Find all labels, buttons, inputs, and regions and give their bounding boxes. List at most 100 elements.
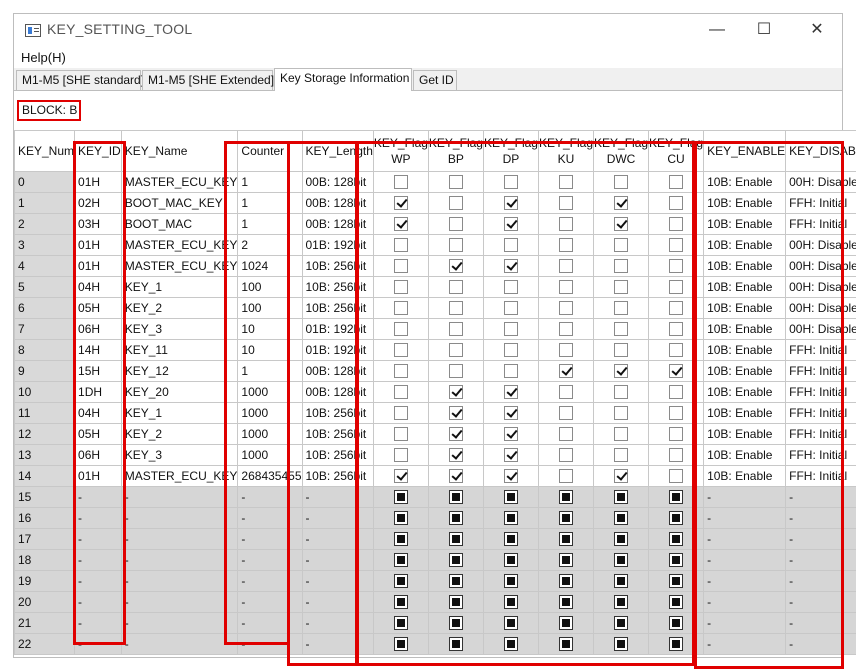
key-disable-cell[interactable]: -: [785, 549, 856, 571]
key-name-cell[interactable]: MASTER_ECU_KEY: [120, 255, 239, 277]
flag-ku-checkbox[interactable]: [559, 196, 573, 211]
flag-dwc-checkbox[interactable]: [614, 259, 629, 274]
key-length-cell[interactable]: 10B: 256bit: [301, 465, 374, 487]
flag-bp-checkbox[interactable]: [448, 511, 463, 526]
key-num-cell[interactable]: 13: [13, 444, 76, 466]
key-id-cell[interactable]: 04H: [74, 276, 122, 298]
key-disable-cell[interactable]: -: [785, 486, 856, 508]
key-name-cell[interactable]: KEY_1: [120, 402, 239, 424]
key-disable-cell[interactable]: 00H: Disable: [785, 276, 856, 298]
flag-bp-checkbox[interactable]: [448, 217, 463, 232]
flag-cu-checkbox[interactable]: [669, 532, 684, 547]
flag-dp-checkbox[interactable]: [503, 637, 518, 652]
flag-dwc-checkbox[interactable]: [614, 448, 629, 463]
key-num-cell[interactable]: 12: [13, 423, 76, 445]
counter-cell[interactable]: 100: [237, 276, 303, 298]
flag-cu-checkbox[interactable]: [669, 238, 684, 253]
key-num-cell[interactable]: 6: [13, 297, 76, 319]
key-length-cell[interactable]: 10B: 256bit: [301, 444, 374, 466]
key-enable-cell[interactable]: 10B: Enable: [703, 276, 787, 298]
key-length-cell[interactable]: 10B: 256bit: [301, 255, 374, 277]
key-disable-cell[interactable]: 00H: Disable: [785, 318, 856, 340]
key-enable-cell[interactable]: 10B: Enable: [703, 318, 787, 340]
flag-dwc-checkbox[interactable]: [614, 595, 629, 610]
key-disable-cell[interactable]: 00H: Disable: [785, 171, 856, 193]
key-name-cell[interactable]: MASTER_ECU_KEY: [120, 234, 239, 256]
flag-wp-checkbox[interactable]: [393, 322, 408, 337]
flag-dwc-checkbox[interactable]: [614, 196, 629, 211]
flag-cu-checkbox[interactable]: [669, 637, 684, 652]
flag-cu-checkbox[interactable]: [669, 595, 684, 610]
key-enable-cell[interactable]: -: [703, 549, 787, 571]
key-enable-cell[interactable]: 10B: Enable: [703, 381, 787, 403]
flag-wp-checkbox[interactable]: [393, 595, 408, 610]
key-enable-cell[interactable]: -: [703, 633, 787, 655]
flag-dwc-checkbox[interactable]: [614, 553, 629, 568]
column-header-counter[interactable]: Counter: [237, 130, 303, 172]
flag-wp-checkbox[interactable]: [393, 448, 408, 463]
flag-cu-checkbox[interactable]: [669, 574, 684, 589]
flag-ku-checkbox[interactable]: [559, 238, 573, 253]
counter-cell[interactable]: -: [237, 633, 303, 655]
flag-bp-checkbox[interactable]: [448, 637, 463, 652]
table-row[interactable]: 22- - - - - -: [13, 633, 856, 655]
key-enable-cell[interactable]: -: [703, 591, 787, 613]
key-length-cell[interactable]: -: [301, 612, 374, 634]
flag-bp-checkbox[interactable]: [448, 532, 463, 547]
key-enable-cell[interactable]: 10B: Enable: [703, 465, 787, 487]
key-num-cell[interactable]: 2: [13, 213, 76, 235]
key-length-cell[interactable]: 00B: 128bit: [301, 213, 374, 235]
flag-dwc-checkbox[interactable]: [614, 616, 629, 631]
menu-help[interactable]: Help(H): [21, 50, 66, 65]
counter-cell[interactable]: -: [237, 570, 303, 592]
key-enable-cell[interactable]: -: [703, 507, 787, 529]
key-enable-cell[interactable]: -: [703, 528, 787, 550]
flag-bp-checkbox[interactable]: [448, 595, 463, 610]
key-disable-cell[interactable]: -: [785, 591, 856, 613]
key-name-cell[interactable]: -: [120, 612, 239, 634]
flag-dp-checkbox[interactable]: [503, 322, 518, 337]
key-id-cell[interactable]: -: [74, 633, 122, 655]
key-name-cell[interactable]: BOOT_MAC: [120, 213, 239, 235]
flag-bp-checkbox[interactable]: [448, 259, 463, 274]
flag-bp-checkbox[interactable]: [448, 301, 463, 316]
key-length-cell[interactable]: 10B: 256bit: [301, 276, 374, 298]
counter-cell[interactable]: -: [237, 591, 303, 613]
counter-cell[interactable]: -: [237, 528, 303, 550]
counter-cell[interactable]: -: [237, 612, 303, 634]
table-row[interactable]: 17- - - - - -: [13, 528, 856, 550]
flag-bp-checkbox[interactable]: [448, 553, 463, 568]
flag-dp-checkbox[interactable]: [503, 217, 518, 232]
key-id-cell[interactable]: -: [74, 507, 122, 529]
flag-ku-checkbox[interactable]: [559, 511, 573, 526]
key-id-cell[interactable]: 01H: [74, 255, 122, 277]
key-disable-cell[interactable]: FFH: Initial: [785, 192, 856, 214]
flag-wp-checkbox[interactable]: [393, 532, 408, 547]
key-id-cell[interactable]: -: [74, 591, 122, 613]
key-length-cell[interactable]: 01B: 192bit: [301, 339, 374, 361]
key-num-cell[interactable]: 11: [13, 402, 76, 424]
flag-dp-checkbox[interactable]: [503, 364, 518, 379]
flag-wp-checkbox[interactable]: [393, 259, 408, 274]
key-disable-cell[interactable]: -: [785, 612, 856, 634]
table-row[interactable]: 18- - - - - -: [13, 549, 856, 571]
counter-cell[interactable]: 1000: [237, 444, 303, 466]
key-num-cell[interactable]: 1: [13, 192, 76, 214]
key-name-cell[interactable]: -: [120, 486, 239, 508]
table-row[interactable]: 3 01H MASTER_ECU_KEY 2 01B: 192bit 10B: Enabl…: [13, 234, 856, 256]
flag-ku-checkbox[interactable]: [559, 217, 573, 232]
flag-ku-checkbox[interactable]: [559, 448, 573, 463]
key-id-cell[interactable]: 01H: [74, 171, 122, 193]
key-length-cell[interactable]: 00B: 128bit: [301, 192, 374, 214]
key-length-cell[interactable]: -: [301, 507, 374, 529]
key-length-cell[interactable]: 10B: 256bit: [301, 297, 374, 319]
key-name-cell[interactable]: -: [120, 591, 239, 613]
table-row[interactable]: 10 1DH KEY_20 1000 00B: 128bit 10B: Enable FFH…: [13, 381, 856, 403]
key-name-cell[interactable]: KEY_3: [120, 444, 239, 466]
table-row[interactable]: 8 14H KEY_11 10 01B: 192bit 10B: Enable FFH: I…: [13, 339, 856, 361]
flag-ku-checkbox[interactable]: [559, 280, 573, 295]
key-id-cell[interactable]: 15H: [74, 360, 122, 382]
flag-ku-checkbox[interactable]: [559, 406, 573, 421]
table-row[interactable]: 19- - - - - -: [13, 570, 856, 592]
flag-dwc-checkbox[interactable]: [614, 364, 629, 379]
